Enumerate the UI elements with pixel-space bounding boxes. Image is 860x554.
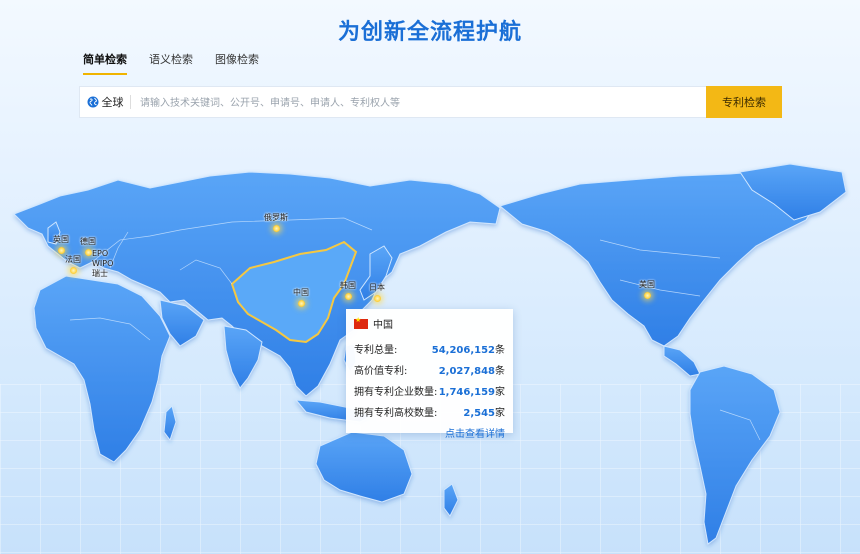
stat-label: 高价值专利: [354, 366, 408, 377]
south-america [689, 365, 781, 545]
marker-dot [69, 267, 77, 274]
marker-wipo[interactable]: WIPO [92, 259, 113, 268]
central-america [663, 345, 701, 377]
tooltip-header: 中国 [354, 316, 505, 331]
marker-usa-label: 美国 [639, 280, 655, 289]
marker-switzerland-label: 瑞士 [92, 269, 108, 278]
marker-japan[interactable]: 日本 [369, 282, 385, 302]
stat-row: 拥有专利高校数量: 2,545家 [354, 404, 505, 419]
patent-search-button[interactable]: 专利检索 [706, 86, 782, 118]
marker-wipo-label: WIPO [92, 259, 114, 268]
marker-germany-label: 德国 [80, 237, 96, 246]
tab-simple-search[interactable]: 简单检索 [83, 51, 127, 75]
stat-value: 2,027,848 [438, 366, 495, 377]
marker-dot [297, 300, 305, 307]
marker-korea[interactable]: 韩国 [340, 280, 356, 300]
stat-row: 拥有专利企业数量: 1,746,159家 [354, 383, 505, 398]
marker-usa[interactable]: 美国 [639, 279, 655, 299]
stat-unit: 条 [495, 345, 505, 356]
stat-value: 1,746,159 [438, 387, 495, 398]
marker-japan-label: 日本 [369, 283, 385, 292]
marker-france-label: 法国 [65, 255, 81, 264]
marker-korea-label: 韩国 [340, 281, 356, 290]
marker-dot [643, 292, 651, 299]
marker-dot [84, 249, 92, 256]
australia [315, 431, 413, 503]
stat-row: 高价值专利: 2,027,848条 [354, 362, 505, 377]
tooltip-country: 中国 [373, 320, 393, 331]
search-bar: 全球 专利检索 [79, 86, 782, 118]
stat-value: 2,545 [463, 408, 495, 419]
marker-dot [272, 225, 280, 232]
china-flag-icon [354, 316, 368, 329]
page-title: 为创新全流程护航 [337, 20, 522, 45]
marker-epo-label: EPO [92, 249, 109, 258]
stat-label: 专利总量: [354, 345, 398, 356]
marker-uk-label: 英国 [53, 235, 69, 244]
tab-image-search[interactable]: 图像检索 [215, 51, 259, 75]
marker-russia-label: 俄罗斯 [264, 213, 288, 222]
stat-unit: 条 [495, 366, 505, 377]
stat-label: 拥有专利高校数量: [354, 408, 438, 419]
stat-unit: 家 [495, 408, 505, 419]
marker-epo[interactable]: EPO [92, 249, 108, 258]
marker-uk[interactable]: 英国 [53, 234, 69, 254]
divider [130, 95, 131, 109]
stat-row: 专利总量: 54,206,152条 [354, 341, 505, 356]
marker-china[interactable]: 中国 [293, 287, 309, 307]
africa [33, 275, 171, 463]
marker-dot [57, 247, 65, 254]
stat-label: 拥有专利企业数量: [354, 387, 438, 398]
marker-switzerland[interactable]: 瑞士 [92, 268, 108, 279]
stat-unit: 家 [495, 387, 505, 398]
search-input[interactable] [138, 91, 702, 115]
view-details-link[interactable]: 点击查看详情 [354, 425, 505, 440]
scope-label: 全球 [101, 96, 124, 109]
marker-france[interactable]: 法国 [65, 254, 81, 274]
scope-selector[interactable]: 全球 [80, 87, 130, 117]
marker-dot [373, 295, 381, 302]
new-zealand [443, 483, 459, 517]
marker-dot [344, 293, 352, 300]
madagascar [163, 405, 177, 442]
marker-china-label: 中国 [293, 288, 309, 297]
marker-russia[interactable]: 俄罗斯 [264, 212, 288, 232]
stat-value: 54,206,152 [431, 345, 495, 356]
globe-icon [87, 96, 98, 108]
tab-semantic-search[interactable]: 语义检索 [149, 51, 193, 75]
country-stats-tooltip: 中国 专利总量: 54,206,152条 高价值专利: 2,027,848条 拥… [346, 309, 513, 440]
search-mode-tabs: 简单检索 语义检索 图像检索 [83, 51, 259, 75]
